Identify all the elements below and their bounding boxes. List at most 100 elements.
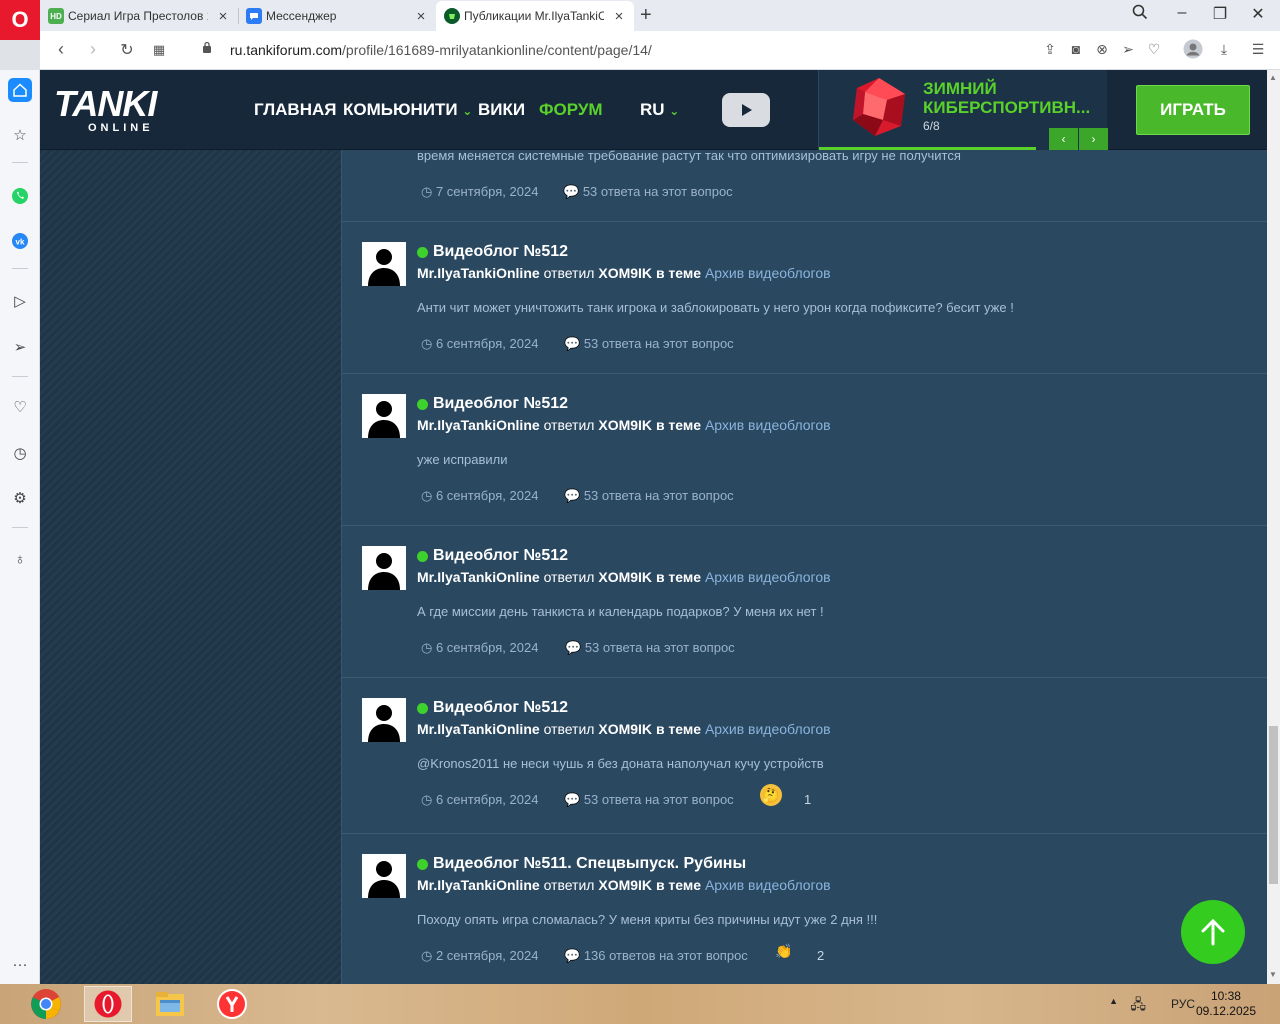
post-replies[interactable]: 💬 53 ответа на этот вопрос bbox=[565, 640, 735, 656]
post-replies[interactable]: 💬 53 ответа на этот вопрос bbox=[564, 488, 734, 504]
forum-link[interactable]: Архив видеоблогов bbox=[705, 877, 831, 893]
promo-carousel[interactable]: ЗИМНИЙ КИБЕРСПОРТИВН... 6/8 ‹ › bbox=[818, 70, 1108, 150]
post-body[interactable]: уже исправили bbox=[417, 452, 507, 467]
url-field[interactable]: ru.tankiforum.com/profile/161689-mrilyat… bbox=[230, 42, 652, 58]
author-link[interactable]: Mr.IlyaTankiOnline bbox=[417, 877, 540, 893]
whatsapp-icon[interactable] bbox=[8, 184, 32, 208]
tab-got-series[interactable]: HD Сериал Игра Престолов 1 × bbox=[40, 1, 238, 31]
tab-messenger[interactable]: Мессенджер × bbox=[238, 1, 436, 31]
promo-prev-button[interactable]: ‹ bbox=[1049, 128, 1078, 150]
post-date[interactable]: ◷ 2 сентября, 2024 bbox=[421, 948, 538, 964]
home-icon[interactable] bbox=[8, 78, 32, 102]
tanki-online-logo[interactable]: TANKI ONLINE bbox=[54, 86, 157, 135]
forum-link[interactable]: Архив видеоблогов bbox=[705, 417, 831, 433]
post-body[interactable]: Походу опять игра сломалась? У меня крит… bbox=[417, 912, 877, 927]
post-date[interactable]: ◷ 6 сентября, 2024 bbox=[421, 792, 538, 808]
avatar[interactable] bbox=[362, 242, 406, 286]
close-window-icon[interactable]: ✕ bbox=[1246, 4, 1270, 24]
avatar[interactable] bbox=[362, 546, 406, 590]
topic-author-link[interactable]: XOM9IK bbox=[598, 569, 652, 585]
scroll-down-icon[interactable]: ▼ bbox=[1269, 970, 1277, 979]
author-link[interactable]: Mr.IlyaTankiOnline bbox=[417, 569, 540, 585]
author-link[interactable]: Mr.IlyaTankiOnline bbox=[417, 417, 540, 433]
avatar[interactable] bbox=[362, 698, 406, 742]
chrome-icon[interactable] bbox=[22, 986, 70, 1022]
lock-icon[interactable] bbox=[202, 41, 212, 54]
restore-window-icon[interactable]: ❐ bbox=[1208, 4, 1232, 24]
opera-icon[interactable] bbox=[84, 986, 132, 1022]
language-select[interactable]: RU ⌄ bbox=[640, 100, 679, 120]
nav-community[interactable]: КОМЬЮНИТИ ⌄ bbox=[343, 100, 472, 120]
adblock-icon[interactable]: ⊗ bbox=[1093, 41, 1111, 58]
close-tab-icon[interactable]: × bbox=[216, 8, 230, 25]
forum-link[interactable]: Архив видеоблогов bbox=[705, 265, 831, 281]
post-body[interactable]: А где миссии день танкиста и календарь п… bbox=[417, 604, 824, 619]
tray-expand-icon[interactable]: ▲ bbox=[1109, 996, 1118, 1006]
post-date[interactable]: ◷ 6 сентября, 2024 bbox=[421, 336, 538, 352]
search-tabs-icon[interactable] bbox=[1128, 4, 1152, 25]
play-button[interactable]: ИГРАТЬ bbox=[1136, 85, 1250, 135]
snapshot-camera-icon[interactable]: ◙ bbox=[1067, 41, 1085, 57]
post-title-link[interactable]: Видеоблог №512 bbox=[417, 243, 568, 261]
system-clock[interactable]: 10:38 09.12.2025 bbox=[1196, 989, 1256, 1019]
topic-author-link[interactable]: XOM9IK bbox=[598, 721, 652, 737]
post-body[interactable]: @Kronos2011 не неси чушь я без доната на… bbox=[417, 756, 824, 771]
bookmarks-heart-icon[interactable]: ♡ bbox=[8, 395, 32, 419]
speed-dial-icon[interactable]: ▦ bbox=[148, 42, 170, 58]
post-title-link[interactable]: Видеоблог №512 bbox=[417, 547, 568, 565]
settings-gear-icon[interactable]: ⚙ bbox=[8, 486, 32, 510]
player-icon[interactable]: ▷ bbox=[8, 289, 32, 313]
post-title-link[interactable]: Видеоблог №511. Спецвыпуск. Рубины bbox=[417, 855, 746, 873]
profile-avatar-icon[interactable] bbox=[1183, 39, 1203, 62]
yandex-browser-icon[interactable] bbox=[208, 986, 256, 1022]
post-title-link[interactable]: Видеоблог №512 bbox=[417, 395, 568, 413]
post-replies[interactable]: 💬 53 ответа на этот вопрос bbox=[564, 792, 734, 808]
clapping-hands-icon[interactable]: 👏 bbox=[773, 940, 795, 962]
avatar[interactable] bbox=[362, 854, 406, 898]
more-dots-icon[interactable]: ··· bbox=[8, 952, 32, 976]
scroll-thumb[interactable] bbox=[1269, 726, 1278, 884]
bookmark-heart-icon[interactable]: ♡ bbox=[1145, 41, 1163, 58]
thinking-face-icon[interactable]: 🤔 bbox=[760, 784, 782, 806]
author-link[interactable]: Mr.IlyaTankiOnline bbox=[417, 265, 540, 281]
close-tab-icon[interactable]: × bbox=[414, 8, 428, 25]
downloads-icon[interactable]: ⤓ bbox=[1215, 41, 1233, 58]
post-replies[interactable]: 💬 53 ответа на этот вопрос bbox=[563, 184, 733, 200]
share-icon[interactable]: ⇪ bbox=[1041, 41, 1059, 58]
nav-forum[interactable]: ФОРУМ bbox=[539, 100, 603, 120]
post-replies[interactable]: 💬 53 ответа на этот вопрос bbox=[564, 336, 734, 352]
back-icon[interactable]: ‹ bbox=[50, 39, 72, 60]
scroll-to-top-button[interactable] bbox=[1181, 900, 1245, 964]
reload-icon[interactable]: ↻ bbox=[116, 40, 138, 60]
close-tab-icon[interactable]: × bbox=[612, 8, 626, 25]
opera-menu-icon[interactable]: O bbox=[0, 0, 40, 40]
post-body[interactable]: Анти чит может уничтожить танк игрока и … bbox=[417, 300, 1014, 315]
topic-author-link[interactable]: XOM9IK bbox=[598, 877, 652, 893]
post-title-link[interactable]: Видеоблог №512 bbox=[417, 699, 568, 717]
post-date[interactable]: ◷ 6 сентября, 2024 bbox=[421, 488, 538, 504]
input-language[interactable]: РУС bbox=[1171, 997, 1195, 1011]
promo-next-button[interactable]: › bbox=[1079, 128, 1108, 150]
post-date[interactable]: ◷ 6 сентября, 2024 bbox=[421, 640, 538, 656]
youtube-button[interactable] bbox=[722, 93, 770, 127]
forum-link[interactable]: Архив видеоблогов bbox=[705, 721, 831, 737]
forward-icon[interactable]: › bbox=[82, 39, 104, 60]
history-clock-icon[interactable]: ◷ bbox=[8, 441, 32, 465]
network-icon[interactable]: 🖧 bbox=[1130, 994, 1146, 1018]
author-link[interactable]: Mr.IlyaTankiOnline bbox=[417, 721, 540, 737]
minimize-window-icon[interactable]: – bbox=[1170, 4, 1194, 22]
topic-author-link[interactable]: XOM9IK bbox=[598, 265, 652, 281]
avatar[interactable] bbox=[362, 394, 406, 438]
nav-wiki[interactable]: ВИКИ bbox=[478, 100, 525, 120]
forum-link[interactable]: Архив видеоблогов bbox=[705, 569, 831, 585]
send-icon[interactable]: ➢ bbox=[1119, 41, 1137, 58]
tab-tanki-publications[interactable]: Публикации Mr.IlyaTankiO × bbox=[436, 1, 634, 31]
nav-home[interactable]: ГЛАВНАЯ bbox=[254, 100, 336, 120]
vk-icon[interactable]: vk bbox=[8, 229, 32, 253]
tips-lightbulb-icon[interactable]: ♁ bbox=[8, 547, 32, 571]
scroll-up-icon[interactable]: ▲ bbox=[1269, 73, 1277, 82]
file-explorer-icon[interactable] bbox=[146, 986, 194, 1022]
page-scrollbar[interactable]: ▲ ▼ bbox=[1267, 70, 1280, 984]
new-tab-button[interactable]: + bbox=[640, 4, 652, 27]
easy-setup-menu-icon[interactable]: ☰ bbox=[1249, 41, 1267, 58]
